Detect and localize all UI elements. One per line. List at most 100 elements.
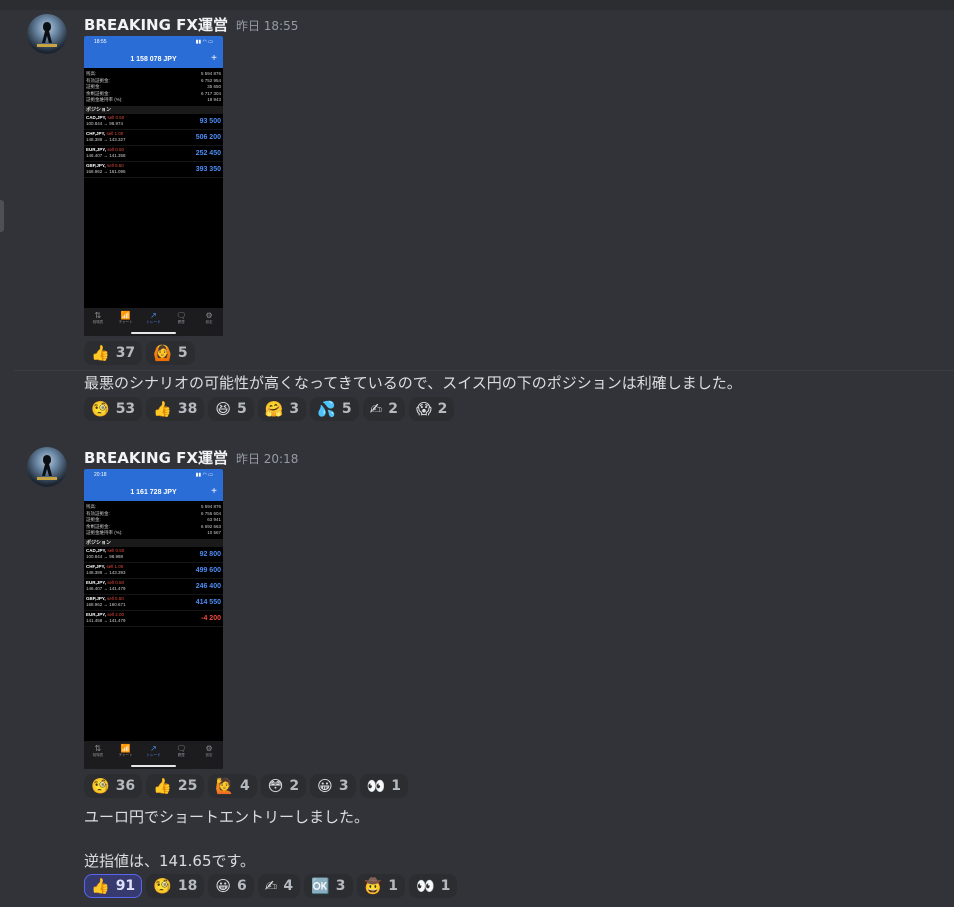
phone-clock: 18:55 [94,39,107,45]
reaction-button[interactable]: 👀 1 [408,874,458,898]
phone-position-row: CAD,JPY, sell 0.50 100.844 → 98.988 92 800 [84,547,223,563]
reaction-button[interactable]: 💦 5 [310,397,359,421]
phone-position-row: GBP,JPY, sell 0.50 168.962 → 160.671 414 5… [84,595,223,611]
reaction-emoji-icon: 👍 [153,777,172,795]
reaction-button[interactable]: 🧐 18 [146,874,205,898]
avatar[interactable] [27,14,67,54]
timestamp[interactable]: 昨日 20:18 [236,450,298,467]
reaction-count: 5 [341,401,352,417]
reaction-emoji-icon: 👍 [153,400,172,418]
phone-position-info: CHF,JPY, sell 1.00 148.389 → 143.327 [86,131,126,143]
phone-tab-icon: ⚙ [205,744,213,753]
phone-position-info: GBP,JPY, sell 0.50 168.962 → 160.671 [86,596,126,608]
phone-position-symbol: GBP,JPY, [86,596,106,601]
reaction-emoji-icon: 👀 [415,877,435,895]
phone-tab-label: 履歴 [177,753,185,757]
phone-position-symbol: CAD,JPY, [86,115,107,120]
reaction-button[interactable]: 👍 37 [84,341,143,365]
phone-position-row: CHF,JPY, sell 1.00 148.389 → 143.393 499 6… [84,563,223,579]
phone-signal-icon: ▮▮ ◠ ▭ [195,472,213,478]
reaction-button[interactable]: 🤗 3 [257,397,307,421]
phone-position-side: sell 0.50 [107,548,125,553]
reaction-emoji-icon: 😳 [267,777,284,795]
attachment-screenshot[interactable]: 20:18 ▮▮ ◠ ▭ 1 161 728 JPY + 残高: 5 594 876 有効証… [84,469,223,769]
reaction-emoji-icon: 😀 [215,877,231,895]
phone-tab-label: 相場表 [92,753,104,757]
reaction-button[interactable]: 🆗 3 [304,874,353,898]
phone-position-profit: 252 450 [195,149,221,157]
phone-tab-icon: ↗ [150,744,157,753]
phone-position-side: sell 2.00 [107,612,125,617]
reaction-button[interactable]: 👍 25 [146,774,205,798]
timestamp[interactable]: 昨日 18:55 [236,17,298,34]
phone-position-info: EUR,JPY, sell 0.50 146.407 → 141.358 [86,147,126,159]
reaction-emoji-icon: 👀 [366,777,386,795]
phone-position-side: sell 0.50 [106,596,124,601]
phone-position-info: CAD,JPY, sell 0.50 100.844 → 98.974 [86,115,124,127]
reaction-emoji-icon: 🆗 [311,877,330,895]
phone-tab: ⇅ 相場表 [86,311,110,336]
reaction-emoji-icon: 🙆 [153,344,172,362]
reaction-button[interactable]: 👍 91 [84,874,143,898]
phone-position-profit: 92 800 [199,550,221,558]
reaction-count: 2 [437,401,448,417]
phone-tab-icon: 📶 [120,311,131,320]
phone-position-prices: 168.962 → 161.095 [86,169,126,174]
phone-position-row: GBP,JPY, sell 0.50 168.962 → 161.095 393 3… [84,162,223,178]
reaction-button[interactable]: 😱 2 [408,397,455,421]
avatar[interactable] [27,447,67,487]
reaction-button[interactable]: 😆 5 [208,397,254,421]
reaction-button[interactable]: 😳 2 [260,774,307,798]
reaction-emoji-icon: ✍ [369,400,383,418]
reaction-count: 38 [177,401,198,417]
phone-balance-bar: 1 158 078 JPY + [84,50,223,68]
reaction-count: 1 [391,778,401,794]
reaction-button[interactable]: 🙋 4 [208,774,257,798]
reaction-button[interactable]: 🙆 5 [146,341,195,365]
reaction-count: 18 [177,878,198,894]
reaction-count: 4 [283,878,294,894]
phone-position-row: EUR,JPY, sell 0.50 146.407 → 141.479 246 4… [84,579,223,595]
image-reactions: 👍 37 🙆 5 [84,341,195,365]
phone-position-info: CHF,JPY, sell 1.00 148.389 → 143.393 [86,564,126,576]
reaction-count: 4 [240,778,250,794]
reaction-button[interactable]: 👀 1 [359,774,408,798]
reaction-count: 3 [338,778,349,794]
reaction-emoji-icon: 👍 [91,877,110,895]
reaction-button[interactable]: ✍ 2 [362,397,405,421]
phone-tab-label: 設定 [205,753,213,757]
reaction-button[interactable]: 🤠 1 [356,874,405,898]
reaction-button[interactable]: ✍ 4 [257,874,301,898]
reaction-emoji-icon: 🤠 [363,877,383,895]
reaction-count: 1 [388,878,398,894]
username[interactable]: BREAKING FX運営 [84,447,228,468]
phone-account-value: 18 943 [207,97,221,102]
reaction-count: 36 [115,778,136,794]
phone-status-bar: 18:55 ▮▮ ◠ ▭ [84,36,223,50]
phone-position-prices: 100.844 → 98.988 [86,554,124,559]
phone-position-profit: -4 200 [201,614,221,622]
reaction-button[interactable]: 😀 6 [208,874,254,898]
phone-position-profit: 506 200 [195,133,221,141]
phone-position-profit: 93 500 [199,117,221,125]
attachment-screenshot[interactable]: 18:55 ▮▮ ◠ ▭ 1 158 078 JPY + 残高: 5 594 876 有効証… [84,36,223,336]
phone-tab-icon: 🗨 [176,311,187,320]
phone-account-summary: 残高: 5 594 876 有効証拠金: 6 752 954 証拠金: 35 650 余剰証… [84,68,223,104]
reaction-emoji-icon: 😱 [415,400,432,418]
phone-position-row: EUR,JPY, sell 0.50 146.407 → 141.358 252 4… [84,146,223,162]
reaction-button[interactable]: 🧐 53 [84,397,143,421]
reaction-button[interactable]: 👍 38 [146,397,205,421]
reaction-count: 5 [177,345,188,361]
top-bar [0,0,954,10]
reaction-button[interactable]: 😀 3 [310,774,356,798]
phone-position-profit: 246 400 [195,582,221,590]
reaction-button[interactable]: 🧐 36 [84,774,143,798]
reaction-count: 2 [388,401,398,417]
phone-balance: 1 158 078 JPY [130,55,177,63]
phone-position-symbol: EUR,JPY, [86,580,107,585]
phone-position-prices: 146.407 → 141.358 [86,153,126,158]
phone-plus-icon: + [211,53,217,64]
username[interactable]: BREAKING FX運営 [84,14,228,35]
reaction-emoji-icon: 😆 [215,400,231,418]
message-text: 最悪のシナリオの可能性が高くなってきているので、スイス円の下のポジションは利確し… [84,374,742,392]
